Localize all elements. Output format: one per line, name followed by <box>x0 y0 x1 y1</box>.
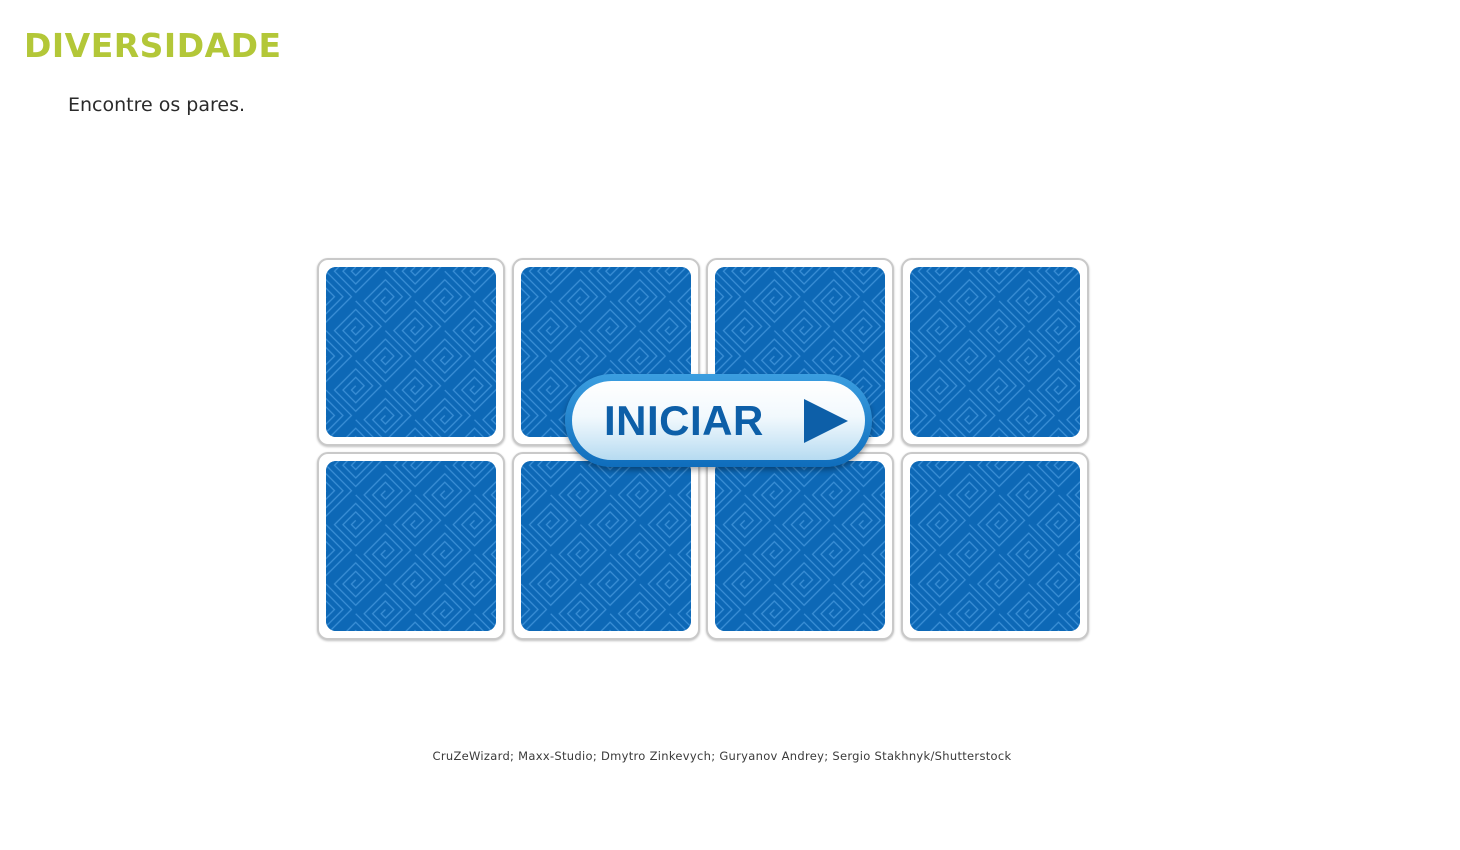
card-back-pattern <box>910 267 1080 437</box>
card-back-pattern <box>715 461 885 631</box>
memory-card[interactable] <box>706 452 894 640</box>
start-button[interactable]: INICIAR <box>565 374 872 467</box>
memory-card[interactable] <box>901 452 1089 640</box>
card-back-pattern <box>326 267 496 437</box>
card-back-pattern <box>910 461 1080 631</box>
memory-card[interactable] <box>317 258 505 446</box>
start-button-label: INICIAR <box>604 397 764 444</box>
image-credits: CruZeWizard; Maxx-Studio; Dmytro Zinkevy… <box>432 749 1012 763</box>
activity-title: DIVERSIDADE <box>24 26 282 65</box>
play-icon <box>804 399 848 443</box>
card-back-pattern <box>326 461 496 631</box>
memory-card[interactable] <box>512 452 700 640</box>
memory-card[interactable] <box>901 258 1089 446</box>
card-back-pattern <box>521 461 691 631</box>
memory-card[interactable] <box>317 452 505 640</box>
start-button-face: INICIAR <box>572 381 865 460</box>
instructions-text: Encontre os pares. <box>68 94 246 116</box>
